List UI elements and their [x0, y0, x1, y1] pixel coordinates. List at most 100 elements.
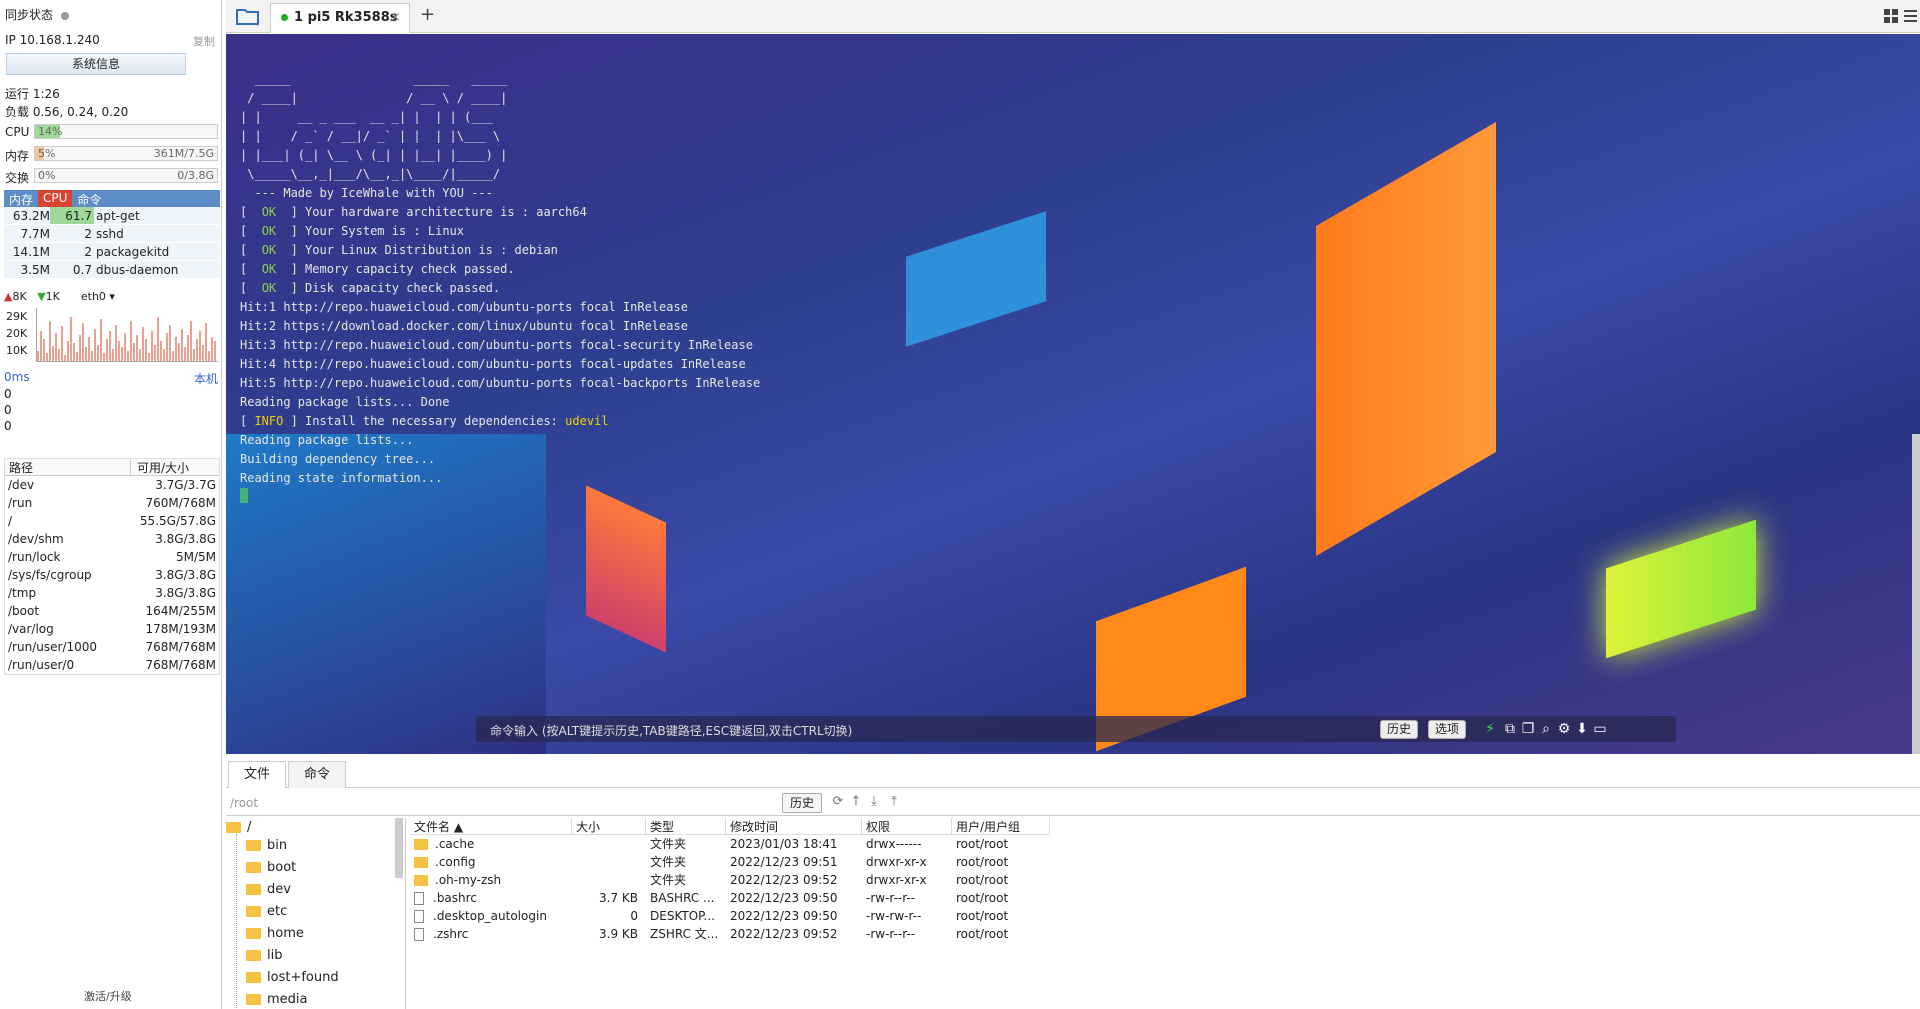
file-size — [572, 853, 646, 871]
process-row[interactable]: 14.1M 2 packagekitd — [4, 243, 220, 261]
col-mtime[interactable]: 修改时间 — [726, 818, 862, 834]
disk-row[interactable]: /tmp 3.8G/3.8G — [5, 584, 219, 602]
download-file-icon[interactable]: ⤓ — [866, 794, 882, 810]
tree-item[interactable]: bin — [246, 838, 287, 853]
file-icon — [414, 892, 424, 905]
tree-item[interactable]: etc — [246, 904, 287, 919]
process-row[interactable]: 3.5M 0.7 dbus-daemon — [4, 261, 220, 279]
swap-label: 交换 — [5, 171, 30, 185]
disk-row[interactable]: /run/user/1000 768M/768M — [5, 638, 219, 656]
terminal-scrollbar[interactable] — [1912, 434, 1920, 754]
folder-icon — [246, 928, 261, 939]
sort-by-command[interactable]: 命令 — [72, 190, 106, 207]
info-line: [ INFO ] Install the necessary dependenc… — [240, 414, 609, 428]
disk-row[interactable]: /dev/shm 3.8G/3.8G — [5, 530, 219, 548]
mem-label: 内存 — [5, 149, 30, 163]
path-bar: /root 历史 ⟳ ↑ ⤓ ⤒ — [226, 790, 1920, 816]
copy-icon[interactable]: ⧉ — [1502, 721, 1518, 737]
disk-col-size[interactable]: 可用/大小 — [131, 459, 189, 475]
file-row[interactable]: .desktop_autologin 0 DESKTOP... 2022/12/23 … — [410, 907, 1050, 925]
tree-item[interactable]: media — [246, 992, 308, 1007]
disk-row[interactable]: /run 760M/768M — [5, 494, 219, 512]
tab-commands[interactable]: 命令 — [288, 761, 346, 788]
search-icon[interactable]: ⌕ — [1538, 721, 1554, 737]
ok-line: [ OK ] Your Linux Distribution is : debi… — [240, 243, 558, 257]
disk-path: /run/lock — [8, 550, 61, 564]
refresh-icon[interactable]: ⟳ — [830, 794, 846, 810]
tree-item-label: media — [267, 992, 308, 1007]
process-cpu: 2 — [84, 245, 92, 259]
disk-path: /run/user/0 — [8, 658, 75, 672]
disk-col-path[interactable]: 路径 — [5, 459, 131, 475]
tab-files[interactable]: 文件 — [228, 761, 286, 788]
file-row[interactable]: .cache 文件夹 2023/01/03 18:41 drwx------ root/… — [410, 835, 1050, 853]
disk-row[interactable]: / 55.5G/57.8G — [5, 512, 219, 530]
ok-tag: OK — [261, 243, 277, 257]
folder-icon — [246, 840, 261, 851]
tree-root[interactable]: / — [226, 820, 251, 835]
gear-icon[interactable]: ⚙ — [1556, 721, 1572, 737]
activate-upgrade-link[interactable]: 激活/升级 — [84, 988, 132, 1004]
paste-icon[interactable]: ❐ — [1520, 721, 1536, 737]
file-row[interactable]: .bashrc 3.7 KB BASHRC ... 2022/12/23 09:50 -… — [410, 889, 1050, 907]
close-tab-icon[interactable]: × — [390, 4, 401, 32]
file-type: ZSHRC 文... — [650, 927, 719, 941]
upload-file-icon[interactable]: ⤒ — [886, 794, 902, 810]
tree-item[interactable]: home — [246, 926, 304, 941]
download-icon[interactable]: ⬇ — [1574, 721, 1590, 737]
tree-scrollbar[interactable] — [395, 818, 403, 878]
col-owner[interactable]: 用户/用户组 — [952, 818, 1050, 834]
path-history-button[interactable]: 历史 — [782, 793, 822, 813]
process-row[interactable]: 63.2M 61.7 apt-get — [4, 207, 220, 225]
col-size[interactable]: 大小 — [572, 818, 646, 834]
file-name: .bashrc — [433, 891, 477, 905]
tree-item[interactable]: lib — [246, 948, 282, 963]
copy-ip-button[interactable]: 复制 — [193, 33, 215, 49]
tree-item[interactable]: boot — [246, 860, 296, 875]
up-dir-icon[interactable]: ↑ — [848, 794, 864, 810]
path-input[interactable]: /root — [230, 793, 820, 813]
window-icon[interactable]: ▭ — [1592, 721, 1608, 737]
disk-row[interactable]: /run/lock 5M/5M — [5, 548, 219, 566]
new-tab-button[interactable]: + — [420, 4, 435, 25]
disk-size: 760M/768M — [145, 496, 216, 510]
command-input-bar[interactable]: 命令输入 (按ALT键提示历史,TAB键路径,ESC键返回,双击CTRL切换) … — [476, 716, 1676, 742]
chevron-down-icon[interactable]: ▾ — [109, 290, 115, 303]
file-owner: root/root — [956, 909, 1009, 923]
col-name[interactable]: 文件名 ▲ — [410, 818, 572, 834]
system-info-button[interactable]: 系统信息 — [6, 53, 186, 75]
folder-icon — [226, 822, 241, 833]
file-row[interactable]: .oh-my-zsh 文件夹 2022/12/23 09:52 drwxr-xr-x r… — [410, 871, 1050, 889]
open-folder-icon[interactable] — [236, 6, 260, 26]
file-row[interactable]: .zshrc 3.9 KB ZSHRC 文... 2022/12/23 09:52 -r… — [410, 925, 1050, 943]
process-row[interactable]: 7.7M 2 sshd — [4, 225, 220, 243]
history-button[interactable]: 历史 — [1380, 720, 1419, 739]
layout-grid-icon[interactable] — [1884, 8, 1918, 24]
disk-row[interactable]: /dev 3.7G/3.7G — [5, 476, 219, 494]
connected-dot-icon — [281, 14, 288, 21]
tab-session-1[interactable]: 1 pi5 Rk3588s × — [270, 3, 410, 33]
tree-item[interactable]: dev — [246, 882, 291, 897]
disk-row[interactable]: /boot 164M/255M — [5, 602, 219, 620]
folder-icon — [246, 862, 261, 873]
status-dot-icon — [61, 11, 70, 20]
col-perm[interactable]: 权限 — [862, 818, 952, 834]
disk-row[interactable]: /var/log 178M/193M — [5, 620, 219, 638]
command-input-placeholder[interactable]: 命令输入 (按ALT键提示历史,TAB键路径,ESC键返回,双击CTRL切换) — [490, 722, 852, 739]
ping-host-select[interactable]: 本机 — [194, 370, 218, 387]
disk-row[interactable]: /sys/fs/cgroup 3.8G/3.8G — [5, 566, 219, 584]
file-row[interactable]: .config 文件夹 2022/12/23 09:51 drwxr-xr-x root… — [410, 853, 1050, 871]
col-type[interactable]: 类型 — [646, 818, 726, 834]
background-windows-logo — [906, 211, 1046, 347]
network-graph-bar — [49, 321, 51, 361]
sort-by-mem[interactable]: 内存 — [4, 190, 38, 207]
net-interface-select[interactable]: eth0 — [81, 290, 106, 303]
disk-row[interactable]: /run/user/0 768M/768M — [5, 656, 219, 674]
options-button[interactable]: 选项 — [1428, 720, 1467, 739]
directory-tree: / bin boot dev etc home lib lost+found media — [226, 818, 406, 1009]
lightning-icon[interactable]: ⚡ — [1482, 721, 1498, 737]
sort-by-cpu[interactable]: CPU — [38, 190, 73, 207]
tree-item[interactable]: lost+found — [246, 970, 339, 985]
ping-section: 0ms 本机 0 0 0 — [4, 370, 220, 434]
terminal-area[interactable]: _____ _____ _____ / ____| / __ \ / ____|… — [226, 34, 1920, 754]
